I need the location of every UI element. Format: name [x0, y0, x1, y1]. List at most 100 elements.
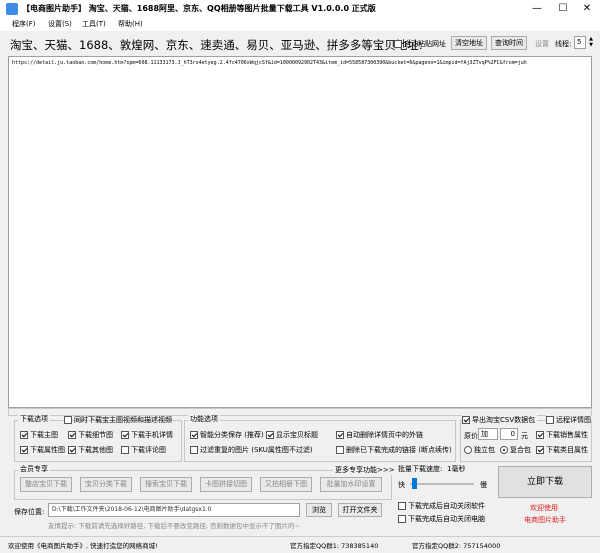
checkbox-box [121, 431, 129, 439]
checkbox-box [462, 416, 470, 424]
download-mobile-detail-label: 下载手机详情 [131, 431, 173, 439]
speed-slider-track[interactable] [410, 483, 474, 485]
download-detail-image-label: 下载细节图 [78, 431, 113, 439]
threads-input[interactable]: 5 [574, 36, 586, 49]
auto-close-software-checkbox[interactable]: 下载完成后自动关闭软件 [398, 501, 485, 511]
price-label: 原价 [464, 432, 478, 440]
close-button[interactable]: ✕ [574, 0, 600, 18]
checkbox-box [536, 431, 544, 439]
search-download-button[interactable]: 搜索宝贝下载 [140, 477, 192, 492]
category-download-button[interactable]: 宝贝分类下载 [80, 477, 132, 492]
single-package-label: 独立包 [474, 446, 495, 454]
function-options-label: 功能选项 [188, 414, 220, 424]
export-csv-checkbox[interactable]: 导出淘宝CSV数据包 [462, 415, 538, 425]
status-welcome: 欢迎使用《电商图片助手》, 快速打造您的网络商城! [8, 542, 158, 550]
checkbox-box [20, 431, 28, 439]
auto-poweroff-label: 下载完成后自动关闭电脑 [408, 515, 485, 523]
export-csv-label: 导出淘宝CSV数据包 [472, 416, 536, 424]
checkbox-box [190, 446, 198, 454]
minimize-button[interactable]: — [524, 0, 550, 18]
download-options-group [14, 420, 182, 462]
download-sales-attr-checkbox[interactable]: 下载销售属性 [536, 430, 588, 440]
browse-button[interactable]: 浏览 [306, 503, 332, 517]
function-options-group [184, 420, 456, 462]
price-value-input[interactable]: 0 [500, 428, 518, 440]
url-text: https://detail.ju.taobao.com/home.htm?sp… [12, 60, 527, 66]
save-path-input[interactable]: D:\下载\工作文件夹\2018-06-12\电商图片助手\datgsx1.0 [48, 503, 300, 517]
auto-poweroff-checkbox[interactable]: 下载完成后自动关闭电脑 [398, 514, 485, 524]
single-package-radio[interactable]: 独立包 [464, 445, 495, 455]
combined-package-label: 复合包 [510, 446, 531, 454]
auto-paste-checkbox[interactable]: 自动粘贴网址 [394, 39, 446, 49]
threads-label: 线程: [555, 40, 572, 48]
remove-links-checkbox[interactable]: 自动删除详情页中的外链 [336, 430, 423, 440]
download-main-image-label: 下载主图 [30, 431, 58, 439]
download-category-attr-label: 下载类目属性 [546, 446, 588, 454]
threads-spinner[interactable]: ▲ ▼ [587, 36, 595, 49]
query-time-button[interactable]: 查询时间 [491, 36, 527, 50]
welcome-line1: 欢迎使用 [530, 504, 558, 512]
filter-duplicates-checkbox[interactable]: 过滤重复的图片 (SKU属性图不过滤) [190, 445, 313, 455]
remote-detail-checkbox[interactable]: 远程详情图 [546, 415, 591, 425]
shop-download-button[interactable]: 整店宝贝下载 [20, 477, 72, 492]
checkbox-box [266, 431, 274, 439]
price-op-select[interactable]: 加 [478, 428, 498, 440]
start-download-button[interactable]: 立即下载 [498, 466, 592, 498]
checkbox-box [536, 446, 544, 454]
save-location-label: 保存位置: [14, 508, 45, 516]
upyun-download-button[interactable]: 又拍相册下图 [260, 477, 312, 492]
url-textarea[interactable]: https://detail.ju.taobao.com/home.htm?sp… [8, 56, 592, 408]
menu-program[interactable]: 程序(F) [12, 19, 36, 29]
download-review-image-label: 下载评论图 [131, 446, 166, 454]
maximize-button[interactable]: ☐ [550, 0, 576, 18]
app-window: 【电商图片助手】 淘宝、天猫、1688阿里、京东、QQ相册等图片批量下载工具 V… [0, 0, 600, 553]
welcome-line2: 电商图片助手 [524, 516, 566, 524]
download-video-label: 同时下载宝主图视频和描述视频 [74, 416, 172, 424]
save-tip: 友情提示: 下载前请先选择好路径, 下载后不要改变路径, 否则数据包中显示不了图… [48, 522, 300, 530]
download-sales-attr-label: 下载销售属性 [546, 431, 588, 439]
download-options-label: 下载选项 [18, 414, 50, 424]
remove-links-label: 自动删除详情页中的外链 [346, 431, 423, 439]
menu-tools[interactable]: 工具(T) [82, 19, 106, 29]
download-category-attr-checkbox[interactable]: 下载类目属性 [536, 445, 588, 455]
show-title-checkbox[interactable]: 显示宝贝标题 [266, 430, 318, 440]
checkbox-box [546, 416, 554, 424]
speed-slider-thumb[interactable] [412, 478, 417, 489]
radio-circle [464, 446, 472, 454]
download-other-image-checkbox[interactable]: 下载其他图 [68, 445, 113, 455]
show-title-label: 显示宝贝标题 [276, 431, 318, 439]
image-splice-button[interactable]: 卡图拼接切图 [200, 477, 252, 492]
settings-label[interactable]: 设置 [535, 39, 549, 49]
download-attr-image-label: 下载属性图 [30, 446, 65, 454]
download-attr-image-checkbox[interactable]: 下载属性图 [20, 445, 65, 455]
download-detail-image-checkbox[interactable]: 下载细节图 [68, 430, 113, 440]
price-unit: 元 [521, 432, 528, 440]
clear-address-button[interactable]: 清空地址 [451, 36, 487, 50]
menu-settings[interactable]: 设置(S) [48, 19, 72, 29]
download-mobile-detail-checkbox[interactable]: 下载手机详情 [121, 430, 173, 440]
download-video-checkbox[interactable]: 同时下载宝主图视频和描述视频 [64, 415, 172, 425]
radio-circle [500, 446, 508, 454]
checkbox-box [336, 446, 344, 454]
speed-label: 批量下载速度: [398, 465, 443, 473]
menu-help[interactable]: 帮助(H) [118, 19, 143, 29]
watermark-settings-button[interactable]: 批量加水印设置 [320, 477, 382, 492]
smart-save-checkbox[interactable]: 智能分类保存 (推荐) [190, 430, 264, 440]
download-other-image-label: 下载其他图 [78, 446, 113, 454]
checkbox-box [121, 446, 129, 454]
address-bar: 淘宝、天猫、1688、敦煌网、京东、速卖通、易贝、亚马逊、拼多多等宝贝地址: 自… [0, 32, 600, 56]
delete-completed-label: 删除已下载完成的链接 (断点续传) [346, 446, 452, 454]
delete-completed-checkbox[interactable]: 删除已下载完成的链接 (断点续传) [336, 445, 452, 455]
download-main-image-checkbox[interactable]: 下载主图 [20, 430, 58, 440]
combined-package-radio[interactable]: 复合包 [500, 445, 531, 455]
more-member-link[interactable]: 更多专享功能>>> [333, 465, 397, 475]
auto-close-software-label: 下载完成后自动关闭软件 [408, 502, 485, 510]
menu-bar: 程序(F) 设置(S) 工具(T) 帮助(H) [0, 18, 600, 31]
speed-fast-label: 快 [398, 481, 405, 489]
download-review-image-checkbox[interactable]: 下载评论图 [121, 445, 166, 455]
checkbox-box [68, 446, 76, 454]
checkbox-box [398, 515, 406, 523]
speed-value: 1毫秒 [447, 465, 466, 473]
checkbox-box [394, 40, 402, 48]
open-folder-button[interactable]: 打开文件夹 [338, 503, 382, 517]
